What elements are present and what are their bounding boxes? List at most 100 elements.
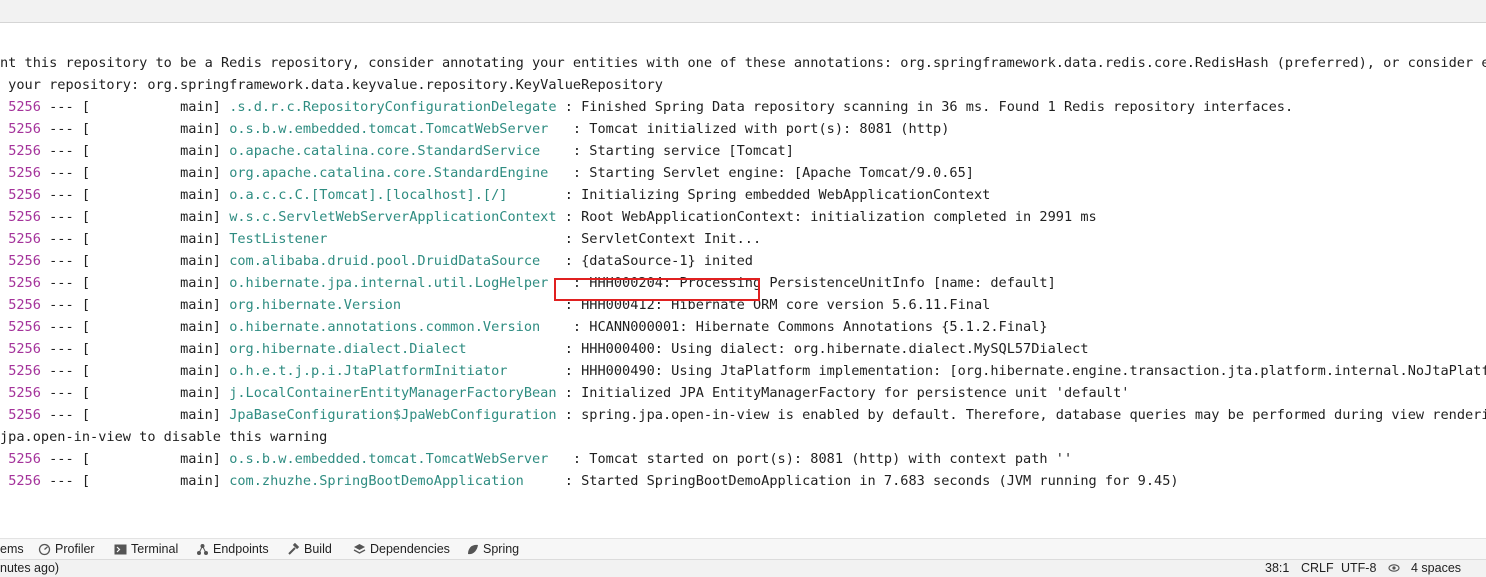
tab-spring-label: Spring [483, 542, 520, 556]
thread-info: --- [ main] [40, 253, 230, 269]
thread-info: --- [ main] [40, 341, 230, 357]
thread-info: --- [ main] [40, 275, 230, 291]
profiler-icon [38, 543, 51, 556]
thread-info: --- [ main] [40, 297, 230, 313]
logger-name-link[interactable]: com.alibaba.druid.pool.DruidDataSource [229, 253, 556, 269]
logger-name-link[interactable]: o.hibernate.annotations.common.Version [229, 319, 565, 335]
log-message: : Tomcat started on port(s): 8081 (http)… [564, 451, 1073, 467]
console-line: 5256 --- [ main] o.s.b.w.embedded.tomcat… [0, 448, 1072, 470]
status-message[interactable]: nutes ago) [0, 560, 59, 577]
indent-setting[interactable]: 4 spaces [1411, 560, 1461, 577]
tab-build[interactable]: Build [287, 541, 332, 558]
log-continuation-text: jpa.open-in-view to disable this warning [0, 429, 328, 445]
console-line: jpa.open-in-view to disable this warning [0, 426, 327, 448]
log-message: : {dataSource-1} inited [556, 253, 753, 269]
logger-name-link[interactable]: com.zhuzhe.SpringBootDemoApplication [229, 473, 556, 489]
console-line: 5256 --- [ main] w.s.c.ServletWebServerA… [0, 206, 1097, 228]
process-id: 5256 [8, 165, 41, 181]
console-line: 5256 --- [ main] o.a.c.c.C.[Tomcat].[loc… [0, 184, 990, 206]
tab-terminal-label: Terminal [131, 542, 179, 556]
line-separator[interactable]: CRLF [1301, 560, 1334, 577]
process-id: 5256 [8, 231, 41, 247]
tab-dependencies-label: Dependencies [370, 542, 450, 556]
logger-name-link[interactable]: o.a.c.c.C.[Tomcat].[localhost].[/] [229, 187, 556, 203]
logger-name-link[interactable]: org.hibernate.Version [229, 297, 556, 313]
process-id: 5256 [8, 451, 41, 467]
logger-name-link[interactable]: TestListener [229, 231, 556, 247]
tab-build-label: Build [304, 542, 332, 556]
console-line: 5256 --- [ main] o.hibernate.annotations… [0, 316, 1048, 338]
caret-position[interactable]: 38:1 [1265, 560, 1289, 577]
process-id: 5256 [8, 341, 41, 357]
tool-window-tabs: ems Profiler Terminal Endpoints Build De… [0, 538, 1486, 560]
process-id: 5256 [8, 253, 41, 269]
process-id: 5256 [8, 407, 41, 423]
tab-profiler[interactable]: Profiler [38, 541, 95, 558]
console-line: 5256 --- [ main] o.s.b.w.embedded.tomcat… [0, 118, 949, 140]
logger-name-link[interactable]: o.apache.catalina.core.StandardService [229, 143, 565, 159]
thread-info: --- [ main] [40, 385, 230, 401]
console-line: 5256 --- [ main] com.zhuzhe.SpringBootDe… [0, 470, 1179, 492]
thread-info: --- [ main] [40, 407, 230, 423]
process-id: 5256 [8, 143, 41, 159]
console-line: 5256 --- [ main] .s.d.r.c.RepositoryConf… [0, 96, 1293, 118]
process-id: 5256 [8, 363, 41, 379]
log-message: : HHH000400: Using dialect: org.hibernat… [556, 341, 1089, 357]
logger-name-link[interactable]: org.hibernate.dialect.Dialect [229, 341, 556, 357]
thread-info: --- [ main] [40, 187, 230, 203]
logger-name-link[interactable]: w.s.c.ServletWebServerApplicationContext [229, 209, 556, 225]
run-console-output[interactable]: nt this repository to be a Redis reposit… [0, 52, 1486, 522]
console-line: 5256 --- [ main] JpaBaseConfiguration$Jp… [0, 404, 1486, 426]
logger-name-link[interactable]: o.s.b.w.embedded.tomcat.TomcatWebServer [229, 121, 565, 137]
log-message: : Finished Spring Data repository scanni… [556, 99, 1294, 115]
thread-info: --- [ main] [40, 363, 230, 379]
spring-leaf-icon [466, 543, 479, 556]
log-message: : HCANN000001: Hibernate Commons Annotat… [564, 319, 1048, 335]
thread-info: --- [ main] [40, 99, 230, 115]
editor-top-strip [0, 0, 1486, 23]
dependencies-stack-icon [353, 543, 366, 556]
tab-problems-label: ems [0, 542, 24, 556]
log-message: : Started SpringBootDemoApplication in 7… [556, 473, 1179, 489]
file-encoding[interactable]: UTF-8 [1341, 560, 1376, 577]
tab-endpoints-label: Endpoints [213, 542, 269, 556]
process-id: 5256 [8, 187, 41, 203]
log-message: : HHH000490: Using JtaPlatform implement… [556, 363, 1486, 379]
logger-name-link[interactable]: org.apache.catalina.core.StandardEngine [229, 165, 565, 181]
logger-name-link[interactable]: .s.d.r.c.RepositoryConfigurationDelegate [229, 99, 556, 115]
logger-name-link[interactable]: JpaBaseConfiguration$JpaWebConfiguration [229, 407, 556, 423]
tab-problems[interactable]: ems [0, 541, 24, 558]
thread-info: --- [ main] [40, 143, 230, 159]
thread-info: --- [ main] [40, 451, 230, 467]
console-line: 5256 --- [ main] TestListener : ServletC… [0, 228, 761, 250]
console-line: 5256 --- [ main] j.LocalContainerEntityM… [0, 382, 1129, 404]
console-line: 5256 --- [ main] o.hibernate.jpa.interna… [0, 272, 1056, 294]
log-message: : Initialized JPA EntityManagerFactory f… [556, 385, 1130, 401]
tab-endpoints[interactable]: Endpoints [196, 541, 269, 558]
logger-name-link[interactable]: o.hibernate.jpa.internal.util.LogHelper [229, 275, 565, 291]
log-message: : Initializing Spring embedded WebApplic… [556, 187, 991, 203]
tab-spring[interactable]: Spring [466, 541, 519, 558]
log-message: : spring.jpa.open-in-view is enabled by … [556, 407, 1486, 423]
logger-name-link[interactable]: o.h.e.t.j.p.i.JtaPlatformInitiator [229, 363, 556, 379]
tab-profiler-label: Profiler [55, 542, 95, 556]
endpoints-icon [196, 543, 209, 556]
process-id: 5256 [8, 121, 41, 137]
eye-icon[interactable] [1388, 560, 1400, 577]
log-message: : ServletContext Init... [556, 231, 762, 247]
tab-dependencies[interactable]: Dependencies [353, 541, 450, 558]
process-id: 5256 [8, 275, 41, 291]
tab-terminal[interactable]: Terminal [114, 541, 178, 558]
thread-info: --- [ main] [40, 121, 230, 137]
console-line: 5256 --- [ main] org.hibernate.dialect.D… [0, 338, 1089, 360]
thread-info: --- [ main] [40, 209, 230, 225]
terminal-icon [114, 543, 127, 556]
console-line: 5256 --- [ main] com.alibaba.druid.pool.… [0, 250, 753, 272]
logger-name-link[interactable]: j.LocalContainerEntityManagerFactoryBean [229, 385, 556, 401]
console-line: your repository: org.springframework.dat… [0, 74, 663, 96]
logger-name-link[interactable]: o.s.b.w.embedded.tomcat.TomcatWebServer [229, 451, 565, 467]
console-line: nt this repository to be a Redis reposit… [0, 52, 1486, 74]
console-line: 5256 --- [ main] o.h.e.t.j.p.i.JtaPlatfo… [0, 360, 1486, 382]
status-bar: nutes ago) 38:1 CRLF UTF-8 4 spaces [0, 559, 1486, 577]
process-id: 5256 [8, 473, 41, 489]
